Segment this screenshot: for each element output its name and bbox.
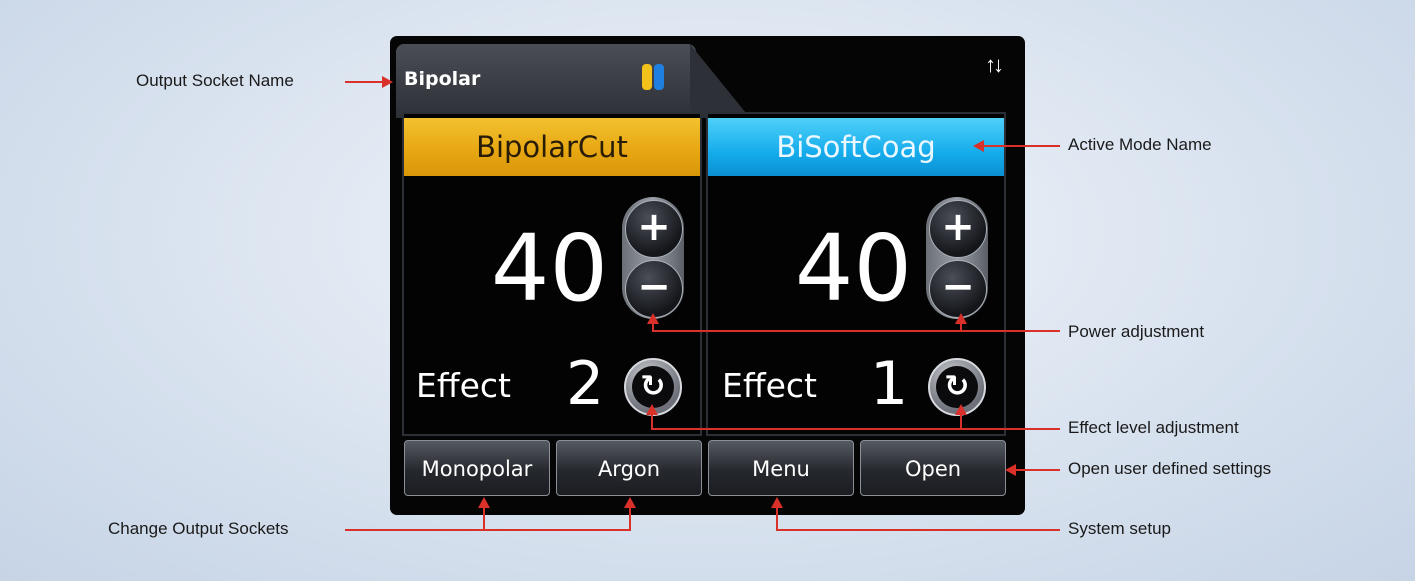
cycle-arrow-icon: ↻: [936, 366, 978, 408]
callout-arrow: [624, 497, 636, 508]
callout-line: [776, 529, 1060, 531]
effect-value-coag: 1: [870, 349, 909, 419]
power-decrease-button[interactable]: −: [625, 260, 683, 318]
callout-line: [651, 428, 1060, 430]
callout-arrow: [382, 76, 393, 88]
effect-label-coag: Effect: [722, 366, 817, 405]
open-button[interactable]: Open: [860, 440, 1006, 496]
power-value-coag: 40: [794, 215, 912, 322]
callout-line: [1016, 469, 1060, 471]
cycle-arrow-icon: ↻: [632, 366, 674, 408]
callout-power-adjustment: Power adjustment: [1068, 322, 1205, 341]
callout-arrow: [478, 497, 490, 508]
output-socket-name: Bipolar: [404, 68, 481, 90]
callout-line: [345, 81, 383, 83]
callout-arrow: [955, 404, 967, 415]
callout-arrow: [646, 404, 658, 415]
callout-active-mode-name: Active Mode Name: [1068, 135, 1212, 154]
power-value-cut: 40: [490, 215, 608, 322]
callout-arrow: [955, 313, 967, 324]
power-increase-button[interactable]: +: [929, 200, 987, 258]
callout-line: [483, 506, 485, 531]
active-mode-cut[interactable]: BipolarCut: [404, 118, 700, 176]
argon-button[interactable]: Argon: [556, 440, 702, 496]
callout-arrow: [1005, 464, 1016, 476]
power-stepper-cut: + −: [622, 197, 684, 319]
power-increase-button[interactable]: +: [625, 200, 683, 258]
socket-tab-edge: [690, 44, 750, 118]
monopolar-button[interactable]: Monopolar: [404, 440, 550, 496]
menu-button[interactable]: Menu: [708, 440, 854, 496]
callout-line: [629, 506, 631, 531]
callout-system-setup: System setup: [1068, 519, 1171, 538]
effect-label-cut: Effect: [416, 366, 511, 405]
callout-arrow: [647, 313, 659, 324]
callout-line: [776, 506, 778, 531]
active-mode-coag[interactable]: BiSoftCoag: [708, 118, 1004, 176]
callout-change-output-sockets: Change Output Sockets: [108, 519, 289, 538]
callout-output-socket-name: Output Socket Name: [136, 71, 294, 90]
power-stepper-coag: + −: [926, 197, 988, 319]
callout-arrow: [771, 497, 783, 508]
callout-open-user-defined-settings: Open user defined settings: [1068, 459, 1272, 478]
effect-value-cut: 2: [566, 349, 605, 419]
power-decrease-button[interactable]: −: [929, 260, 987, 318]
callout-arrow: [973, 140, 984, 152]
callout-effect-level-adjustment: Effect level adjustment: [1068, 418, 1239, 437]
callout-line: [652, 330, 1060, 332]
callout-line: [984, 145, 1060, 147]
callout-line: [345, 529, 630, 531]
sort-arrows-icon[interactable]: ↑↓: [985, 52, 1004, 78]
socket-plug-icon: [642, 64, 664, 90]
